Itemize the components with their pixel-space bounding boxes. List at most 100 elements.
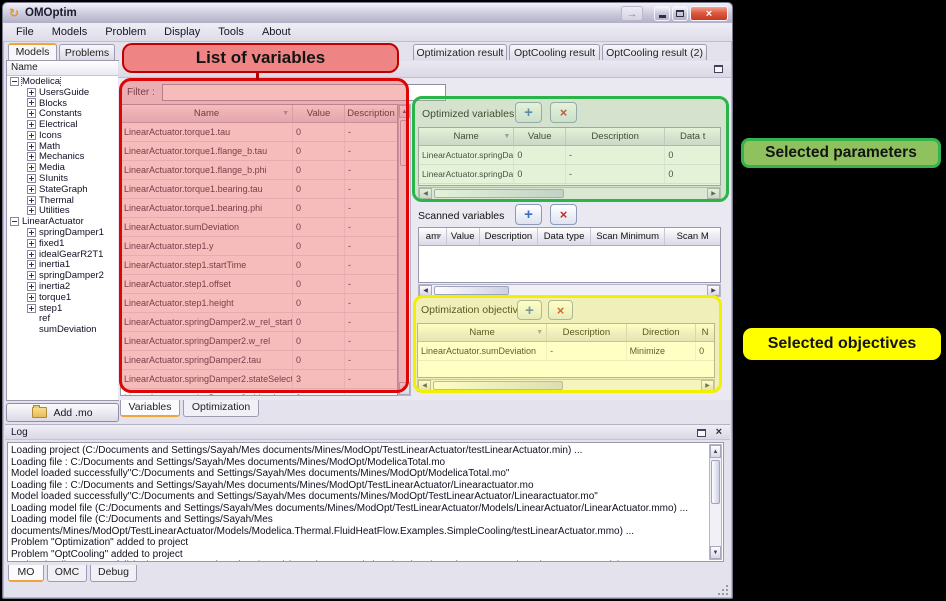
tree-expand-icon[interactable]	[27, 206, 36, 215]
tree-expand-icon[interactable]	[27, 131, 36, 140]
tab-mo[interactable]: MO	[8, 565, 44, 582]
scroll-thumb[interactable]	[434, 286, 509, 295]
tree-expand-icon[interactable]	[27, 304, 36, 313]
table-row[interactable]: LinearActuator.step1.height 0 -	[121, 294, 397, 313]
tree-item[interactable]: Media	[7, 162, 118, 173]
column-value[interactable]: Value	[293, 105, 345, 122]
scroll-right-icon[interactable]: ▶	[701, 380, 714, 391]
tree-item[interactable]: Mechanics	[7, 152, 118, 163]
tab-models[interactable]: Models	[8, 43, 57, 60]
table-row[interactable]: LinearActuator.torque1.flange_b.tau 0 -	[121, 142, 397, 161]
table-row[interactable]: LinearActuator.step1.startTime 0 -	[121, 256, 397, 275]
toolbar-arrow-button[interactable]: →	[621, 6, 643, 21]
tree-item[interactable]: inertia1	[7, 260, 118, 271]
tree-item[interactable]: SIunits	[7, 173, 118, 184]
tree-expand-icon[interactable]	[27, 271, 36, 280]
tree-item[interactable]: LinearActuator	[7, 216, 118, 227]
scroll-right-icon[interactable]: ▶	[707, 188, 720, 199]
column-data-type[interactable]: Data type	[538, 228, 591, 245]
table-row[interactable]: LinearActuator.springDamper2.d 0 - 0	[419, 146, 720, 165]
column-value[interactable]: Value	[514, 128, 566, 145]
column-description[interactable]: Description	[345, 105, 397, 122]
tree-header[interactable]: Name	[7, 61, 118, 76]
menu-item[interactable]: Tools	[209, 24, 253, 40]
log-output[interactable]: Loading project (C:/Documents and Settin…	[7, 442, 724, 562]
column-scan-maximum[interactable]: Scan M	[665, 228, 720, 245]
tab-optcooling-result[interactable]: OptCooling result	[509, 44, 600, 60]
table-row[interactable]: LinearActuator.springDamper2.w_rel_start…	[121, 313, 397, 332]
add-objective-button[interactable]: +	[517, 300, 542, 320]
table-row[interactable]: LinearActuator.sumDeviation 0 -	[121, 218, 397, 237]
maximize-button[interactable]	[672, 6, 688, 21]
filter-input[interactable]	[162, 84, 446, 101]
scroll-thumb[interactable]	[711, 460, 720, 504]
scroll-up-icon[interactable]: ▲	[710, 445, 721, 458]
tab-optcooling-result-2[interactable]: OptCooling result (2)	[602, 44, 707, 60]
column-name[interactable]: Name▼	[419, 128, 514, 145]
scroll-left-icon[interactable]: ◀	[418, 380, 431, 391]
log-float-icon[interactable]	[697, 429, 706, 437]
remove-optimized-variable-button[interactable]: ×	[550, 102, 577, 123]
close-button[interactable]: ×	[690, 6, 728, 21]
tree-item[interactable]: UsersGuide	[7, 87, 118, 98]
table-row[interactable]: LinearActuator.torque1.tau 0 -	[121, 123, 397, 142]
tree-expand-icon[interactable]	[27, 260, 36, 269]
column-name[interactable]: Name ▼	[121, 105, 293, 122]
tree-item[interactable]: Blocks	[7, 98, 118, 109]
table-row[interactable]: LinearActuator.springDamper2.tau 0 -	[121, 351, 397, 370]
scroll-thumb[interactable]	[400, 120, 409, 166]
tree-item[interactable]: springDamper1	[7, 227, 118, 238]
column-description[interactable]: Description	[547, 324, 626, 341]
tree-expand-icon[interactable]	[10, 217, 19, 226]
tree-expand-icon[interactable]	[27, 185, 36, 194]
tree-item[interactable]: Icons	[7, 130, 118, 141]
tree-item[interactable]: torque1	[7, 292, 118, 303]
tree-expand-icon[interactable]	[27, 152, 36, 161]
tree-item[interactable]: ref	[7, 314, 118, 325]
log-close-icon[interactable]: ×	[716, 426, 722, 438]
tree-item[interactable]: fixed1	[7, 238, 118, 249]
remove-objective-button[interactable]: ×	[548, 300, 573, 320]
remove-scanned-variable-button[interactable]: ×	[550, 204, 577, 225]
tree-expand-icon[interactable]	[27, 109, 36, 118]
resize-grip-icon[interactable]	[718, 585, 728, 595]
tree-expand-icon[interactable]	[27, 293, 36, 302]
scroll-down-icon[interactable]: ▼	[399, 382, 410, 395]
add-scanned-variable-button[interactable]: +	[515, 204, 542, 225]
minimize-button[interactable]	[654, 6, 670, 21]
column-name[interactable]: Name▼	[418, 324, 547, 341]
tree-expand-icon[interactable]	[27, 142, 36, 151]
add-optimized-variable-button[interactable]: +	[515, 102, 542, 123]
tree-item[interactable]: Constants	[7, 108, 118, 119]
table-row[interactable]: LinearActuator.torque1.bearing.tau 0 -	[121, 180, 397, 199]
table-row[interactable]: LinearActuator.springDamper2.w_rel 0 -	[121, 332, 397, 351]
column-n[interactable]: N	[696, 324, 714, 341]
menu-item[interactable]: Models	[43, 24, 96, 40]
scroll-left-icon[interactable]: ◀	[419, 285, 432, 296]
table-row[interactable]: LinearActuator.torque1.flange_b.phi 0 -	[121, 161, 397, 180]
tree-item[interactable]: Utilities	[7, 206, 118, 217]
tree-item[interactable]: step1	[7, 303, 118, 314]
tab-variables[interactable]: Variables	[120, 400, 180, 417]
column-direction[interactable]: Direction	[627, 324, 697, 341]
scroll-left-icon[interactable]: ◀	[419, 188, 432, 199]
column-description[interactable]: Description	[566, 128, 665, 145]
table-row[interactable]: LinearActuator.step1.offset 0 -	[121, 275, 397, 294]
tree-expand-icon[interactable]	[27, 163, 36, 172]
tree-expand-icon[interactable]	[10, 77, 19, 86]
scanned-variables-hscrollbar[interactable]: ◀ ▶	[418, 284, 721, 297]
scroll-thumb[interactable]	[434, 189, 564, 198]
tree-item[interactable]: Thermal	[7, 195, 118, 206]
tree-item[interactable]: inertia2	[7, 281, 118, 292]
tab-optimization[interactable]: Optimization	[183, 400, 259, 417]
optimized-variables-hscrollbar[interactable]: ◀ ▶	[418, 187, 721, 200]
column-data-type[interactable]: Data t	[665, 128, 720, 145]
tree-expand-icon[interactable]	[27, 228, 36, 237]
scroll-up-icon[interactable]: ▲	[399, 105, 410, 118]
float-panel-icon[interactable]	[714, 65, 723, 73]
tab-omc[interactable]: OMC	[47, 565, 87, 582]
menu-item[interactable]: Problem	[96, 24, 155, 40]
tab-debug[interactable]: Debug	[90, 565, 137, 582]
column-description[interactable]: Description	[480, 228, 539, 245]
menu-item[interactable]: Display	[155, 24, 209, 40]
